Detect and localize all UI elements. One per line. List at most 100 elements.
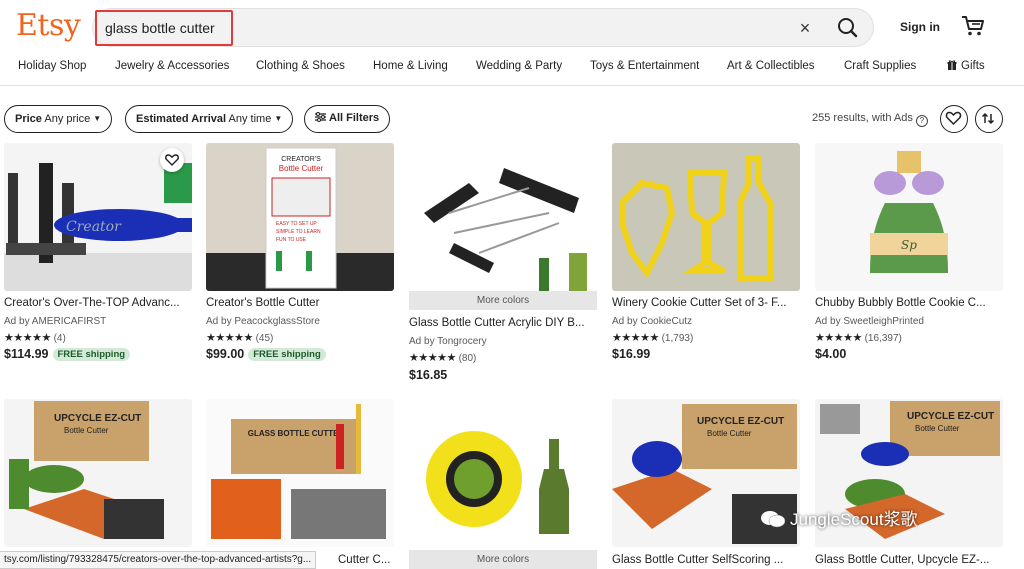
search-bar[interactable]: glass bottle cutter ×	[92, 8, 874, 47]
box-brand-text: UPCYCLE EZ-CUT	[54, 413, 141, 424]
poster-fun: FUN TO USE	[276, 237, 307, 243]
listing-shop: Ad by PeacockglassStore	[206, 316, 320, 327]
price-filter-value: Any price	[44, 113, 91, 125]
box-sub-text: Bottle Cutter	[64, 426, 109, 435]
status-bar-url: tsy.com/listing/793328475/creators-over-…	[0, 551, 317, 569]
star-rating-icon: ★★★★★	[206, 332, 253, 344]
category-home-living[interactable]: Home & Living	[373, 60, 448, 72]
listing-shop: Ad by AMERICAFIRST	[4, 316, 107, 327]
search-button[interactable]	[833, 14, 863, 42]
listing-title[interactable]: Glass Bottle Cutter, Upcycle EZ-...	[815, 554, 1003, 566]
listing-card[interactable]: UPCYCLE EZ-CUT Bottle Cutter	[4, 399, 192, 569]
review-count: (45)	[255, 333, 274, 344]
listing-card[interactable]: Creator Creator's Over-The-TOP Advanc...…	[4, 143, 192, 368]
listing-title[interactable]: Creator's Bottle Cutter	[206, 297, 394, 309]
category-toys[interactable]: Toys & Entertainment	[590, 60, 699, 72]
search-input[interactable]: glass bottle cutter	[95, 10, 233, 46]
category-jewelry[interactable]: Jewelry & Accessories	[115, 60, 229, 72]
listing-card[interactable]: UPCYCLE EZ-CUT Bottle Cutter Glass Bottl…	[612, 399, 800, 569]
listing-card[interactable]: UPCYCLE EZ-CUT Bottle Cutter Glass Bottl…	[815, 399, 1003, 569]
listing-price: $4.00	[815, 347, 846, 361]
price-value: $16.99	[612, 347, 651, 361]
star-rating-icon: ★★★★★	[815, 332, 862, 344]
poster-easy: EASY TO SET UP	[276, 221, 317, 227]
listing-rating: ★★★★★ (16,397)	[815, 331, 902, 344]
more-colors-label[interactable]: More colors	[409, 291, 597, 310]
favorite-search-button[interactable]	[940, 105, 968, 133]
free-shipping-badge: FREE shipping	[248, 348, 326, 361]
star-rating-icon: ★★★★★	[409, 352, 456, 364]
review-count: (4)	[53, 333, 66, 344]
listing-title[interactable]: Glass Bottle Cutter Acrylic DIY B...	[409, 317, 597, 329]
heart-icon	[945, 111, 962, 126]
cart-button[interactable]	[960, 14, 986, 38]
listing-image[interactable]: UPCYCLE EZ-CUT Bottle Cutter	[4, 399, 192, 547]
listing-image[interactable]: CREATOR'S Bottle Cutter EASY TO SET UP S…	[206, 143, 394, 291]
listing-price: $16.85	[409, 368, 447, 382]
help-icon[interactable]: ?	[915, 115, 928, 127]
listing-card[interactable]: GLASS BOTTLE CUTTER Cutter C...	[206, 399, 394, 569]
price-filter-label: Price	[15, 113, 42, 125]
listing-image[interactable]	[409, 399, 597, 547]
arrival-filter-label: Estimated Arrival	[136, 113, 227, 125]
listing-image[interactable]: Sp	[815, 143, 1003, 291]
cart-icon	[962, 16, 984, 36]
listing-shop: Ad by Tongrocery	[409, 336, 487, 347]
search-icon	[838, 18, 858, 38]
sign-in-link[interactable]: Sign in	[900, 20, 940, 34]
listing-image[interactable]: GLASS BOTTLE CUTTER	[206, 399, 394, 547]
category-gifts[interactable]: Gifts	[947, 60, 985, 72]
chevron-down-icon: ▼	[274, 114, 283, 123]
cookie-image-text: Sp	[901, 238, 917, 252]
listing-rating: ★★★★★ (1,793)	[612, 331, 693, 344]
review-count: (1,793)	[661, 333, 694, 344]
category-wedding-party[interactable]: Wedding & Party	[476, 60, 562, 72]
all-filters-button[interactable]: All Filters	[304, 105, 391, 133]
category-holiday-shop[interactable]: Holiday Shop	[18, 60, 86, 72]
review-count: (80)	[458, 353, 477, 364]
listing-title[interactable]: Winery Cookie Cutter Set of 3- F...	[612, 297, 800, 309]
category-craft-supplies[interactable]: Craft Supplies	[844, 60, 916, 72]
listing-price: $99.00 FREE shipping	[206, 347, 326, 361]
results-text: 255 results, with Ads	[812, 112, 913, 124]
listing-image[interactable]	[409, 143, 597, 291]
free-shipping-badge: FREE shipping	[52, 348, 131, 361]
box2-brand-text: GLASS BOTTLE CUTTER	[248, 429, 345, 438]
clear-search-button[interactable]: ×	[793, 16, 817, 40]
category-art[interactable]: Art & Collectibles	[727, 60, 815, 72]
listing-image[interactable]	[612, 143, 800, 291]
arrival-filter-value: Any time	[228, 113, 272, 125]
results-count: 255 results, with Ads?	[812, 112, 928, 127]
arrival-filter[interactable]: Estimated Arrival Any time ▼	[125, 105, 294, 133]
listing-rating: ★★★★★ (45)	[206, 331, 273, 344]
price-value: $16.85	[409, 368, 448, 382]
watermark: JungleScout浆歌	[760, 505, 918, 530]
gift-icon	[947, 60, 957, 70]
listing-card[interactable]: Winery Cookie Cutter Set of 3- F... Ad b…	[612, 143, 800, 368]
price-filter[interactable]: Price Any price ▼	[4, 105, 113, 133]
etsy-logo[interactable]: Etsy	[16, 8, 81, 43]
listing-title[interactable]: Creator's Over-The-TOP Advanc...	[4, 297, 192, 309]
filter-icon	[315, 112, 326, 122]
listing-title[interactable]: Glass Bottle Cutter SelfScoring ...	[612, 554, 800, 566]
poster-line-2: Bottle Cutter	[279, 164, 324, 173]
sort-button[interactable]	[975, 105, 1003, 133]
heart-icon	[165, 154, 179, 166]
watermark-text: JungleScout浆歌	[790, 510, 918, 529]
poster-simple: SIMPLE TO LEARN	[276, 229, 321, 235]
listing-card[interactable]: Sp Chubby Bubbly Bottle Cookie C... Ad b…	[815, 143, 1003, 368]
star-rating-icon: ★★★★★	[612, 332, 659, 344]
listing-card[interactable]: More colors Glass Bottle Cutter Acrylic …	[409, 143, 597, 388]
listing-card[interactable]: CREATOR'S Bottle Cutter EASY TO SET UP S…	[206, 143, 394, 368]
listing-title[interactable]: Cutter C...	[338, 554, 394, 566]
favorite-button[interactable]	[160, 148, 184, 172]
listing-card[interactable]: More colors	[409, 399, 597, 569]
category-gifts-label: Gifts	[961, 60, 985, 72]
category-clothing[interactable]: Clothing & Shoes	[256, 60, 345, 72]
sort-icon	[981, 112, 995, 125]
listing-title[interactable]: Chubby Bubbly Bottle Cookie C...	[815, 297, 1003, 309]
more-colors-label[interactable]: More colors	[409, 550, 597, 569]
listing-rating: ★★★★★ (80)	[409, 351, 476, 364]
listing-price: $16.99	[612, 347, 650, 361]
header: Etsy glass bottle cutter × Sign in	[0, 0, 1024, 52]
